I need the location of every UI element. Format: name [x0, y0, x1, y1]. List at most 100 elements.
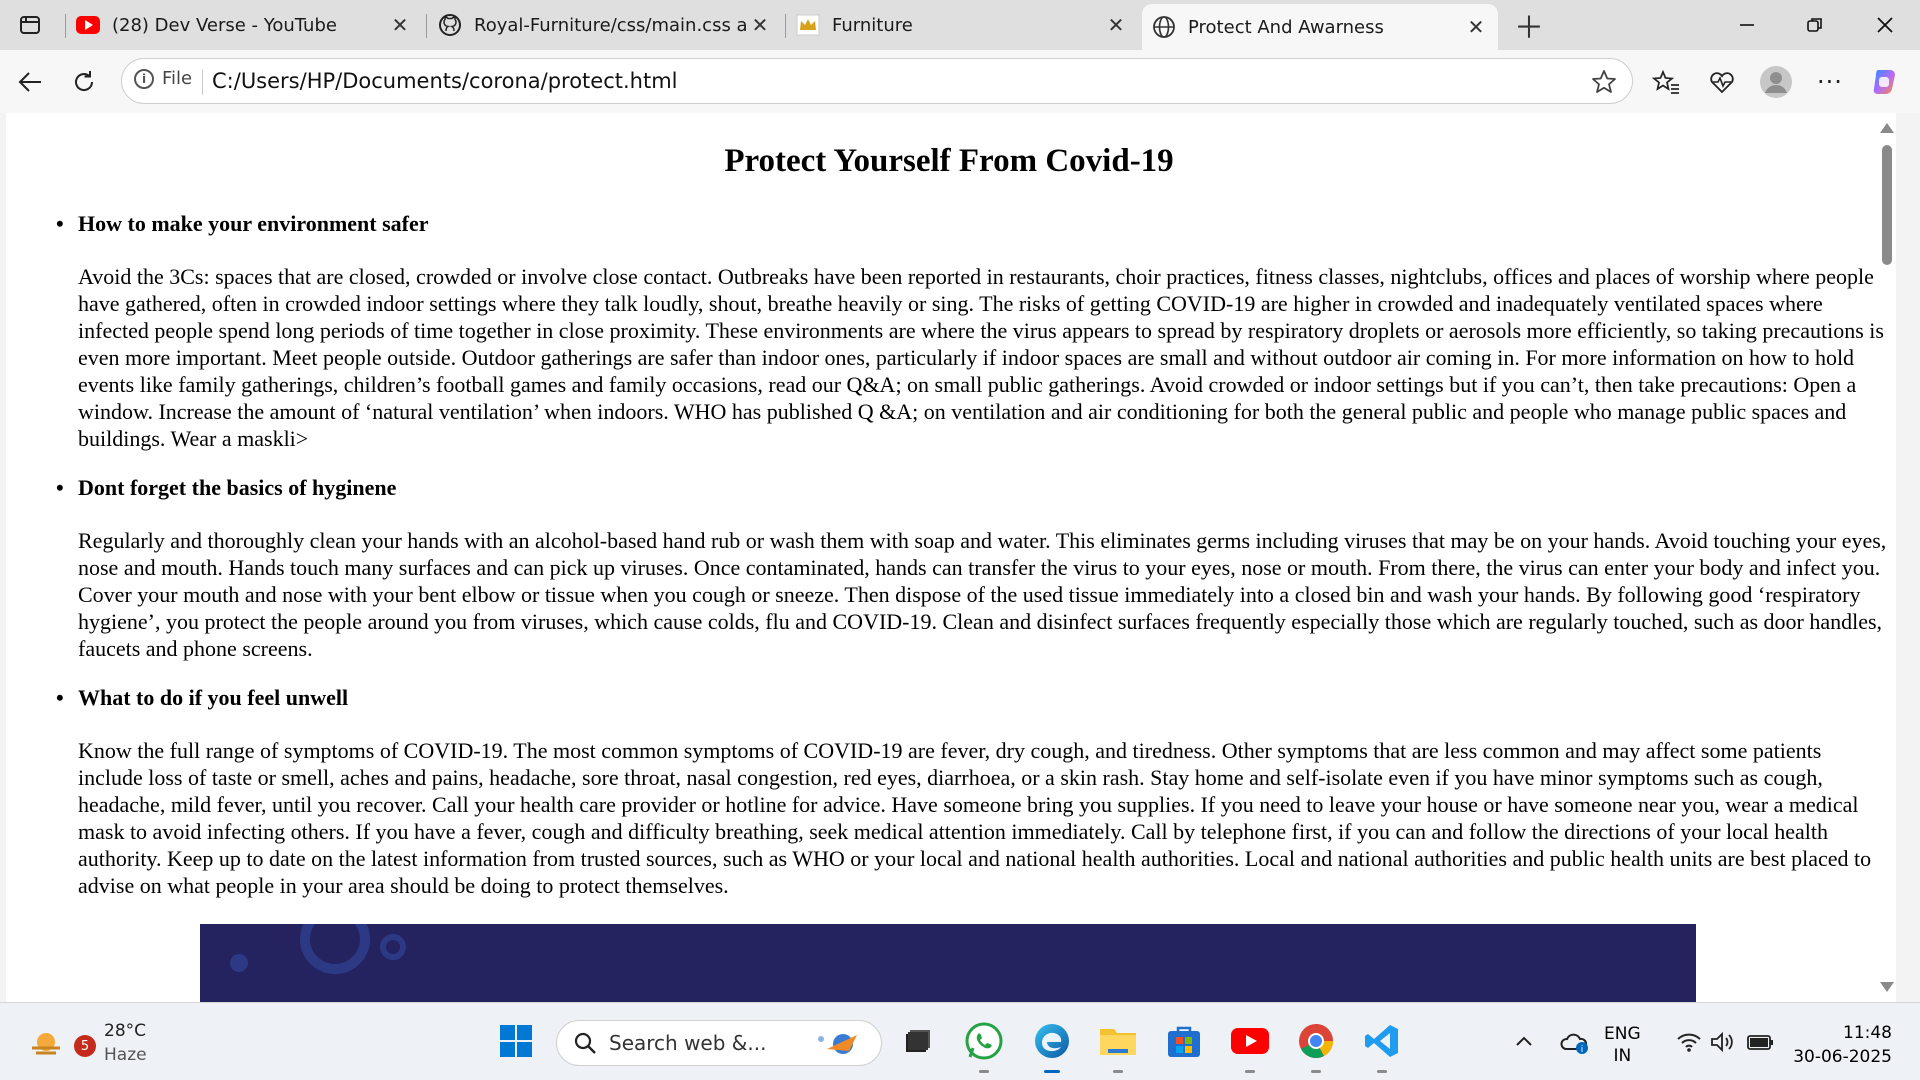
- language-indicator[interactable]: ENG IN: [1604, 1023, 1641, 1067]
- windows-start-icon: [500, 1025, 532, 1057]
- back-button[interactable]: [10, 62, 50, 102]
- clock-time: 11:48: [1843, 1023, 1892, 1043]
- taskbar-microsoft-store[interactable]: [1162, 1019, 1206, 1063]
- globe-icon: [1152, 15, 1176, 39]
- refresh-icon: [75, 71, 94, 91]
- taskbar-youtube[interactable]: [1228, 1019, 1272, 1073]
- tab-title: Protect And Awarness: [1188, 16, 1384, 38]
- refresh-button[interactable]: [64, 62, 104, 102]
- tab-strip: (28) Dev Verse - YouTube ✕ Royal-Furnitu…: [0, 0, 1920, 50]
- copilot-button[interactable]: [1866, 64, 1902, 100]
- section-paragraph: Regularly and thoroughly clean your hand…: [78, 528, 1887, 661]
- scroll-up-arrow-icon[interactable]: [1880, 123, 1894, 133]
- tab-actions-icon: [20, 16, 40, 34]
- profile-button[interactable]: [1758, 64, 1794, 100]
- copilot-icon: [1873, 70, 1895, 94]
- site-info-button[interactable]: i File: [134, 68, 192, 89]
- close-tab-icon[interactable]: ✕: [1104, 13, 1128, 37]
- more-dots-icon: ···: [1817, 68, 1843, 96]
- svg-text:i: i: [1581, 1045, 1584, 1055]
- taskbar-vscode[interactable]: [1360, 1019, 1404, 1073]
- taskbar-whatsapp[interactable]: [962, 1019, 1006, 1073]
- system-clock[interactable]: 11:48 30-06-2025: [1792, 1021, 1892, 1069]
- taskbar-file-explorer[interactable]: [1096, 1019, 1140, 1073]
- covid-banner-image: [200, 924, 1696, 1002]
- tab-title: Furniture: [832, 14, 913, 36]
- language-code: ENG: [1604, 1024, 1641, 1044]
- address-bar[interactable]: i File C:/Users/HP/Documents/corona/prot…: [121, 58, 1633, 104]
- weather-haze-icon: [32, 1033, 60, 1055]
- page-scrollbar[interactable]: [1876, 113, 1896, 1002]
- tab-youtube[interactable]: (28) Dev Verse - YouTube ✕: [66, 6, 422, 44]
- address-separator: [202, 69, 203, 95]
- new-tab-button[interactable]: ＋: [1512, 8, 1546, 46]
- weather-widget[interactable]: 5 28°C Haze: [28, 1019, 147, 1067]
- tab-github[interactable]: Royal-Furniture/css/main.css at m ✕: [428, 6, 782, 44]
- tab-protect-active[interactable]: Protect And Awarness ✕: [1142, 4, 1498, 50]
- onedrive-sync-icon[interactable]: i: [1560, 1029, 1590, 1055]
- wifi-icon: [1677, 1033, 1701, 1052]
- settings-more-button[interactable]: ···: [1812, 64, 1848, 100]
- file-explorer-icon: [1100, 1029, 1136, 1055]
- tab-separator: [426, 14, 427, 38]
- app-running-indicator: [979, 1070, 989, 1073]
- close-window-button[interactable]: [1858, 6, 1912, 44]
- search-highlight-icon: [818, 1034, 857, 1054]
- browser-essentials-button[interactable]: [1704, 64, 1740, 100]
- tab-title: Royal-Furniture/css/main.css at m: [474, 14, 748, 36]
- info-icon: i: [134, 68, 154, 89]
- section-heading: How to make your environment safer: [56, 211, 429, 237]
- region-code: IN: [1613, 1046, 1632, 1066]
- close-icon: [1877, 17, 1893, 33]
- app-running-indicator: [1245, 1070, 1255, 1073]
- youtube-icon: [1231, 1028, 1269, 1054]
- minimize-icon: [1740, 24, 1754, 26]
- tab-furniture[interactable]: Furniture ✕: [786, 6, 1138, 44]
- banner-decoration: [380, 934, 406, 960]
- app-running-indicator: [1113, 1070, 1123, 1073]
- url-text[interactable]: C:/Users/HP/Documents/corona/protect.htm…: [212, 69, 678, 93]
- section-heading: Dont forget the basics of hyginene: [56, 475, 396, 501]
- taskbar-chrome[interactable]: [1294, 1019, 1338, 1073]
- favorites-list-icon: [1652, 69, 1679, 94]
- notification-badge: 5: [74, 1035, 96, 1057]
- start-button[interactable]: [494, 1019, 538, 1063]
- section-paragraph: Avoid the 3Cs: spaces that are closed, c…: [78, 264, 1884, 451]
- github-icon: [438, 13, 462, 37]
- avatar: [1760, 66, 1792, 98]
- youtube-icon: [76, 13, 100, 37]
- scroll-down-arrow-icon[interactable]: [1880, 982, 1894, 992]
- banner-decoration: [300, 924, 370, 974]
- heartbeat-icon: [1710, 72, 1734, 94]
- scrollbar-thumb[interactable]: [1882, 145, 1892, 265]
- scheme-label: File: [162, 68, 193, 89]
- vscode-icon: [1365, 1025, 1398, 1057]
- page-viewport: Protect Yourself From Covid-19 How to ma…: [6, 113, 1896, 1002]
- chrome-icon: [1299, 1024, 1333, 1058]
- restore-button[interactable]: [1788, 6, 1842, 44]
- back-arrow-icon: [18, 72, 41, 92]
- chevron-up-icon[interactable]: [1514, 1033, 1534, 1049]
- weather-condition: Haze: [104, 1045, 147, 1065]
- minimize-button[interactable]: [1720, 6, 1774, 44]
- close-tab-icon[interactable]: ✕: [388, 13, 412, 37]
- battery-icon: [1747, 1035, 1773, 1050]
- task-view-icon: [906, 1030, 930, 1052]
- taskbar-task-view[interactable]: [896, 1019, 940, 1063]
- section-paragraph: Know the full range of symptoms of COVID…: [78, 738, 1872, 898]
- windows-taskbar: 5 28°C Haze Search web &... i ENG IN 11:…: [0, 1002, 1920, 1080]
- favorite-star-icon[interactable]: [1590, 68, 1618, 96]
- microsoft-store-icon: [1168, 1026, 1200, 1057]
- close-tab-icon[interactable]: ✕: [748, 13, 772, 37]
- favorites-button[interactable]: [1648, 64, 1684, 100]
- close-tab-icon[interactable]: ✕: [1464, 15, 1488, 39]
- tab-actions-menu[interactable]: [10, 10, 50, 40]
- search-placeholder: Search web &...: [609, 1031, 767, 1055]
- section-heading: What to do if you feel unwell: [56, 685, 348, 711]
- app-running-indicator: [1377, 1070, 1387, 1073]
- app-running-indicator: [1311, 1070, 1321, 1073]
- search-icon: [574, 1032, 596, 1054]
- taskbar-search-box[interactable]: Search web &...: [556, 1020, 882, 1066]
- crown-icon: [796, 13, 820, 37]
- taskbar-edge[interactable]: [1030, 1019, 1074, 1073]
